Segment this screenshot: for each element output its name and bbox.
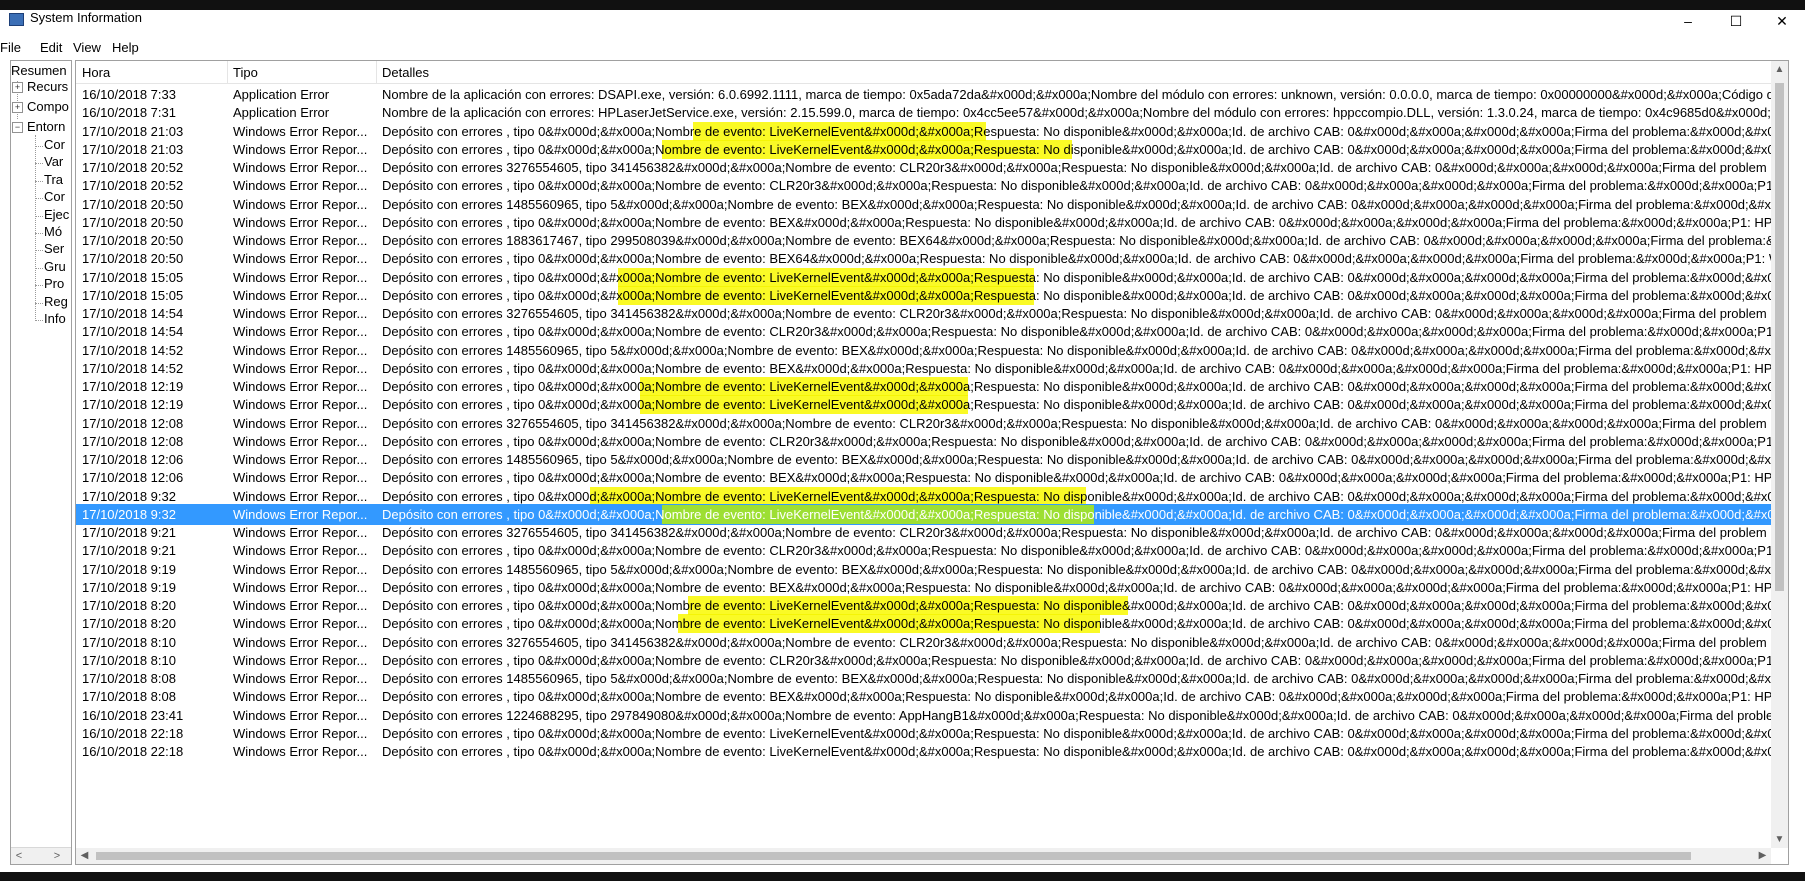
tree-item-4[interactable]: Ejec xyxy=(44,207,69,222)
scroll-thumb[interactable] xyxy=(96,852,1691,860)
list-header: Hora Tipo Detalles xyxy=(76,61,1788,84)
scroll-right-icon[interactable]: > xyxy=(49,848,65,864)
tree-item-7[interactable]: Gru xyxy=(44,259,66,274)
tree-item-5[interactable]: Mó xyxy=(44,224,62,239)
menu-help[interactable]: Help xyxy=(112,40,139,55)
tree-item-1[interactable]: Var xyxy=(44,154,63,169)
tree-item-0[interactable]: Cor xyxy=(44,137,65,152)
scroll-left-icon[interactable]: < xyxy=(11,848,27,864)
tree-item-componentes[interactable]: Compo xyxy=(27,99,69,114)
expand-icon[interactable]: + xyxy=(12,102,23,113)
tree-item-entorno[interactable]: Entorn xyxy=(27,119,65,134)
cell-hora: 16/10/2018 22:18 xyxy=(82,744,184,759)
scroll-thumb[interactable] xyxy=(1775,83,1784,591)
list-rows: 16/10/2018 7:33 Application Error Nombre d… xyxy=(76,84,1771,847)
vertical-scrollbar[interactable]: ▲ ▼ xyxy=(1771,61,1788,848)
tree-item-10[interactable]: Info xyxy=(44,311,66,326)
tree-item-resumen[interactable]: Resumen xyxy=(11,63,67,78)
category-tree[interactable]: Resumen + Recurs + Compo − Entorn Cor Var… xyxy=(10,60,72,865)
column-header-hora[interactable]: Hora xyxy=(76,61,222,83)
cell-detalles: Depósito con errores , tipo 0&#x000d;&#x… xyxy=(382,506,1771,522)
scroll-down-icon[interactable]: ▼ xyxy=(1771,831,1788,848)
scroll-left-icon[interactable]: ◀ xyxy=(76,848,93,864)
tree-item-9[interactable]: Reg xyxy=(44,294,68,309)
column-header-detalles[interactable]: Detalles xyxy=(376,61,1682,83)
expand-icon[interactable]: + xyxy=(12,82,23,93)
system-information-icon xyxy=(9,13,24,26)
title-bar: System Information – ☐ ✕ xyxy=(0,10,1805,32)
collapse-icon[interactable]: − xyxy=(12,122,23,133)
tree-item-3[interactable]: Cor xyxy=(44,189,65,204)
window-title: System Information xyxy=(30,10,142,25)
tree-item-recursos[interactable]: Recurs xyxy=(27,79,68,94)
scroll-right-icon[interactable]: ▶ xyxy=(1754,848,1771,864)
tree-item-8[interactable]: Pro xyxy=(44,276,64,291)
menu-file[interactable]: File xyxy=(0,40,21,55)
minimize-button[interactable]: – xyxy=(1665,10,1711,32)
menu-edit[interactable]: Edit xyxy=(40,40,62,55)
cell-detalles: Depósito con errores , tipo 0&#x000d;&#x… xyxy=(382,744,1771,759)
menu-view[interactable]: View xyxy=(73,40,101,55)
tree-horizontal-scrollbar[interactable]: < > xyxy=(11,847,71,864)
cell-tipo: Windows Error Repor... xyxy=(233,744,368,759)
scroll-up-icon[interactable]: ▲ xyxy=(1771,61,1788,78)
close-button[interactable]: ✕ xyxy=(1759,10,1805,32)
column-header-tipo[interactable]: Tipo xyxy=(227,61,378,83)
table-row[interactable]: 16/10/2018 22:18 Windows Error Repor... De… xyxy=(76,741,1771,762)
maximize-button[interactable]: ☐ xyxy=(1713,10,1759,32)
tree-item-2[interactable]: Tra xyxy=(44,172,63,187)
system-information-window: System Information – ☐ ✕ File Edit View … xyxy=(0,10,1805,872)
horizontal-scrollbar[interactable]: ◀ ▶ xyxy=(76,848,1771,864)
menu-bar: File Edit View Help xyxy=(0,32,1805,55)
details-list[interactable]: Hora Tipo Detalles 16/10/2018 7:33 Applic… xyxy=(75,60,1789,865)
tree-item-6[interactable]: Ser xyxy=(44,241,64,256)
